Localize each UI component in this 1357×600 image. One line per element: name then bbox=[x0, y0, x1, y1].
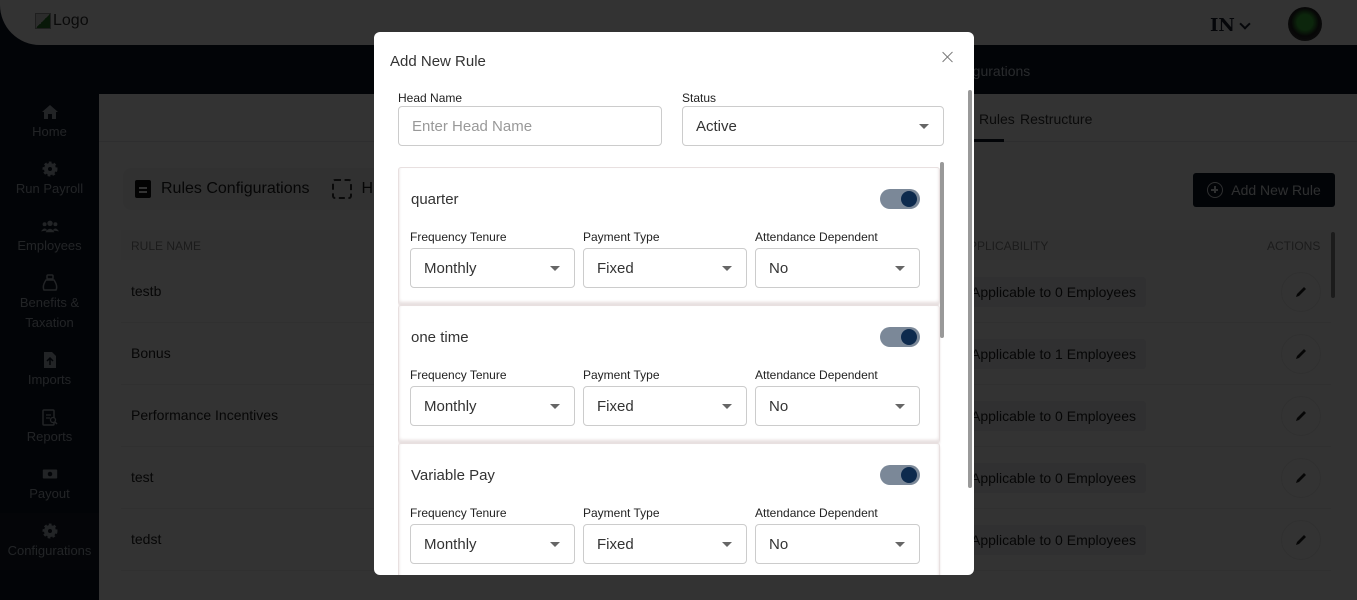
caret-down-icon bbox=[919, 123, 929, 129]
rule-card-title: Variable Pay bbox=[411, 467, 495, 484]
frequency-label: Frequency Tenure bbox=[410, 230, 507, 244]
attendance-dependent-select[interactable]: No bbox=[755, 524, 920, 564]
attendance-dependent-value: No bbox=[769, 397, 789, 415]
attendance-dependent-value: No bbox=[769, 535, 789, 553]
frequency-label: Frequency Tenure bbox=[410, 506, 507, 520]
head-name-label: Head Name bbox=[398, 91, 463, 105]
attendance-label: Attendance Dependent bbox=[755, 230, 878, 244]
caret-down-icon bbox=[550, 403, 560, 409]
close-icon[interactable] bbox=[940, 49, 956, 65]
caret-down-icon bbox=[550, 541, 560, 547]
payment-type-value: Fixed bbox=[597, 535, 634, 553]
frequency-tenure-select[interactable]: Monthly bbox=[410, 524, 575, 564]
attendance-dependent-select[interactable]: No bbox=[755, 386, 920, 426]
payment-type-value: Fixed bbox=[597, 397, 634, 415]
rule-enabled-toggle[interactable] bbox=[880, 465, 920, 485]
modal-scrollbar[interactable] bbox=[968, 90, 972, 488]
status-label: Status bbox=[682, 91, 717, 105]
toggle-knob bbox=[901, 191, 917, 207]
attendance-dependent-select[interactable]: No bbox=[755, 248, 920, 288]
rule-enabled-toggle[interactable] bbox=[880, 189, 920, 209]
payment-type-label: Payment Type bbox=[583, 506, 660, 520]
payment-type-select[interactable]: Fixed bbox=[583, 386, 747, 426]
rule-card-title: quarter bbox=[411, 191, 459, 208]
payment-type-label: Payment Type bbox=[583, 368, 660, 382]
rule-card: one time Frequency Tenure Payment Type Atte… bbox=[398, 305, 940, 443]
payment-type-label: Payment Type bbox=[583, 230, 660, 244]
caret-down-icon bbox=[895, 541, 905, 547]
head-name-input[interactable] bbox=[398, 106, 662, 146]
status-value: Active bbox=[696, 117, 737, 135]
frequency-tenure-value: Monthly bbox=[424, 259, 477, 277]
caret-down-icon bbox=[895, 265, 905, 271]
cards-scrollbar[interactable] bbox=[940, 162, 944, 338]
attendance-label: Attendance Dependent bbox=[755, 368, 878, 382]
attendance-dependent-value: No bbox=[769, 259, 789, 277]
toggle-knob bbox=[901, 467, 917, 483]
rule-card: Variable Pay Frequency Tenure Payment Type… bbox=[398, 443, 940, 575]
rule-card: quarter Frequency Tenure Payment Type Atten… bbox=[398, 167, 940, 305]
status-select[interactable]: Active bbox=[682, 106, 944, 146]
caret-down-icon bbox=[722, 265, 732, 271]
rule-enabled-toggle[interactable] bbox=[880, 327, 920, 347]
caret-down-icon bbox=[722, 541, 732, 547]
modal-title: Add New Rule bbox=[390, 53, 486, 70]
rule-cards-list: quarter Frequency Tenure Payment Type Atten… bbox=[398, 162, 944, 575]
toggle-knob bbox=[901, 329, 917, 345]
caret-down-icon bbox=[550, 265, 560, 271]
payment-type-select[interactable]: Fixed bbox=[583, 524, 747, 564]
rule-card-title: one time bbox=[411, 329, 469, 346]
frequency-label: Frequency Tenure bbox=[410, 368, 507, 382]
payment-type-select[interactable]: Fixed bbox=[583, 248, 747, 288]
caret-down-icon bbox=[895, 403, 905, 409]
add-new-rule-modal: Add New Rule Head Name Status Active qua… bbox=[374, 32, 974, 575]
frequency-tenure-select[interactable]: Monthly bbox=[410, 248, 575, 288]
payment-type-value: Fixed bbox=[597, 259, 634, 277]
frequency-tenure-select[interactable]: Monthly bbox=[410, 386, 575, 426]
frequency-tenure-value: Monthly bbox=[424, 397, 477, 415]
frequency-tenure-value: Monthly bbox=[424, 535, 477, 553]
caret-down-icon bbox=[722, 403, 732, 409]
attendance-label: Attendance Dependent bbox=[755, 506, 878, 520]
